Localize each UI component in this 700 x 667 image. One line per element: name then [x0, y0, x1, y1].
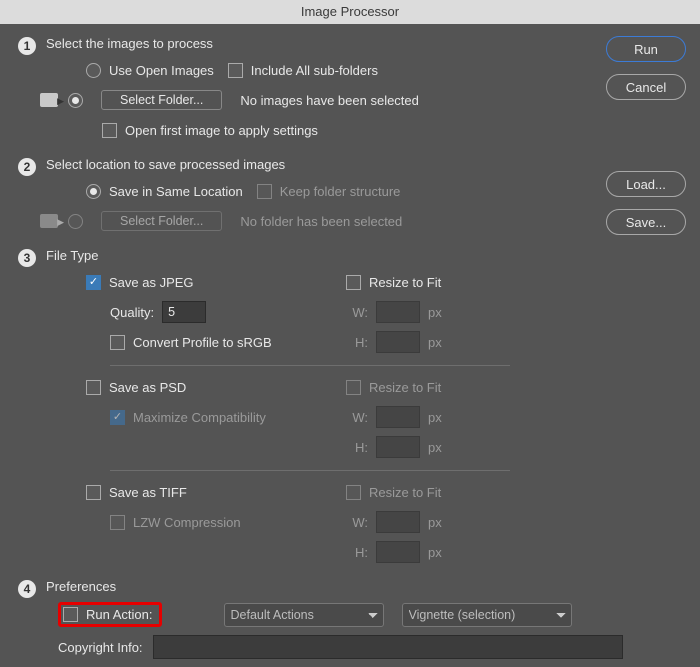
save-button[interactable]: Save... — [606, 209, 686, 235]
px-label: px — [428, 410, 442, 425]
use-open-images-label: Use Open Images — [109, 63, 214, 78]
save-select-folder-button: Select Folder... — [101, 211, 222, 231]
action-select[interactable]: Vignette (selection) — [402, 603, 572, 627]
keep-structure-label: Keep folder structure — [280, 184, 401, 199]
psd-resize-label: Resize to Fit — [369, 380, 441, 395]
open-first-image-label: Open first image to apply settings — [125, 123, 318, 138]
tiff-h-input — [376, 541, 420, 563]
copyright-input[interactable] — [153, 635, 623, 659]
keep-structure-checkbox — [257, 184, 272, 199]
save-jpeg-checkbox[interactable] — [86, 275, 101, 290]
max-compat-checkbox — [110, 410, 125, 425]
lzw-label: LZW Compression — [133, 515, 241, 530]
folder-status-text: No images have been selected — [240, 93, 419, 108]
run-button[interactable]: Run — [606, 36, 686, 62]
save-folder-status-text: No folder has been selected — [240, 214, 402, 229]
px-label: px — [428, 545, 442, 560]
select-folder-button[interactable]: Select Folder... — [101, 90, 222, 110]
save-tiff-checkbox[interactable] — [86, 485, 101, 500]
psd-resize-checkbox — [346, 380, 361, 395]
save-tiff-label: Save as TIFF — [109, 485, 187, 500]
tiff-w-label: W: — [346, 515, 368, 530]
save-select-folder-radio[interactable] — [68, 214, 83, 229]
max-compat-label: Maximize Compatibility — [133, 410, 266, 425]
convert-srgb-checkbox[interactable] — [110, 335, 125, 350]
include-subfolders-label: Include All sub-folders — [251, 63, 378, 78]
include-subfolders-checkbox[interactable] — [228, 63, 243, 78]
jpeg-w-input — [376, 301, 420, 323]
tiff-h-label: H: — [346, 545, 368, 560]
jpeg-resize-label: Resize to Fit — [369, 275, 441, 290]
psd-w-input — [376, 406, 420, 428]
step-4-badge: 4 — [18, 580, 36, 598]
px-label: px — [428, 305, 442, 320]
section-2-heading: Select location to save processed images — [46, 157, 688, 172]
same-location-radio[interactable] — [86, 184, 101, 199]
cancel-button[interactable]: Cancel — [606, 74, 686, 100]
px-label: px — [428, 335, 442, 350]
jpeg-h-label: H: — [346, 335, 368, 350]
step-2-badge: 2 — [18, 158, 36, 176]
tiff-w-input — [376, 511, 420, 533]
open-first-image-checkbox[interactable] — [102, 123, 117, 138]
save-jpeg-label: Save as JPEG — [109, 275, 194, 290]
step-3-badge: 3 — [18, 249, 36, 267]
window-title: Image Processor — [0, 0, 700, 24]
save-psd-checkbox[interactable] — [86, 380, 101, 395]
save-psd-label: Save as PSD — [109, 380, 186, 395]
jpeg-h-input — [376, 331, 420, 353]
jpeg-resize-checkbox[interactable] — [346, 275, 361, 290]
section-1-heading: Select the images to process — [46, 36, 688, 51]
section-3-heading: File Type — [46, 248, 688, 263]
psd-h-label: H: — [346, 440, 368, 455]
convert-srgb-label: Convert Profile to sRGB — [133, 335, 272, 350]
run-action-label: Run Action: — [86, 607, 153, 622]
tiff-resize-checkbox — [346, 485, 361, 500]
quality-label: Quality: — [110, 305, 154, 320]
step-1-badge: 1 — [18, 37, 36, 55]
px-label: px — [428, 440, 442, 455]
section-4-heading: Preferences — [46, 579, 688, 594]
psd-w-label: W: — [346, 410, 368, 425]
action-set-select[interactable]: Default Actions — [224, 603, 384, 627]
lzw-checkbox — [110, 515, 125, 530]
same-location-label: Save in Same Location — [109, 184, 243, 199]
tiff-resize-label: Resize to Fit — [369, 485, 441, 500]
load-button[interactable]: Load... — [606, 171, 686, 197]
folder-icon: ▶ — [40, 93, 58, 107]
psd-h-input — [376, 436, 420, 458]
px-label: px — [428, 515, 442, 530]
use-open-images-radio[interactable] — [86, 63, 101, 78]
select-folder-radio[interactable] — [68, 93, 83, 108]
folder-icon: ▶ — [40, 214, 58, 228]
run-action-highlight: Run Action: — [58, 602, 162, 627]
run-action-checkbox[interactable] — [63, 607, 78, 622]
jpeg-w-label: W: — [346, 305, 368, 320]
quality-input[interactable] — [162, 301, 206, 323]
